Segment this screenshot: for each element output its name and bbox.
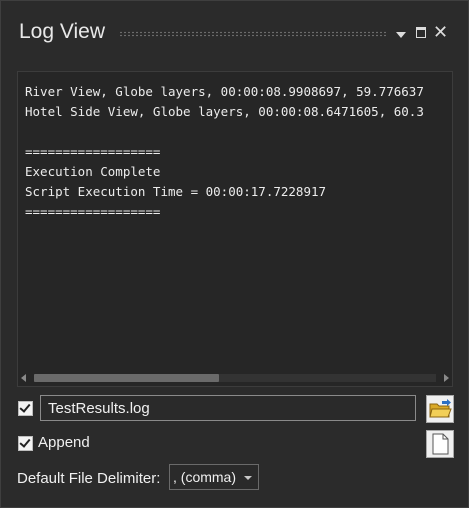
delimiter-value: , (comma) [173,469,236,485]
log-line: ================== [25,204,161,219]
chevron-down-icon [244,476,252,480]
pane-options-menu-icon[interactable] [394,29,408,43]
log-line: Script Execution Time = 00:00:17.7228917 [25,184,327,199]
log-line: River View, Globe layers, 00:00:08.99086… [25,84,424,99]
open-folder-icon [429,399,452,418]
pane-title: Log View [19,20,106,43]
scroll-thumb[interactable] [34,374,219,382]
log-lines: River View, Globe layers, 00:00:08.99086… [25,82,452,222]
append-label: Append [38,434,90,451]
maximize-icon[interactable] [415,26,429,40]
new-file-icon [432,433,449,455]
log-output-area[interactable]: River View, Globe layers, 00:00:08.99086… [17,71,453,387]
close-icon[interactable]: ✕ [433,23,448,41]
horizontal-scrollbar[interactable] [18,370,452,386]
log-line: Execution Complete [25,164,161,179]
append-checkbox[interactable] [18,436,33,451]
scroll-left-arrow-icon[interactable] [21,374,26,382]
new-file-button[interactable] [426,430,454,458]
log-view-pane: Log View ✕ River View, Globe layers, 00:… [0,0,469,508]
write-to-file-checkbox[interactable] [18,401,33,416]
log-line: ================== [25,144,161,159]
delimiter-label: Default File Delimiter: [17,470,161,487]
delimiter-select[interactable]: , (comma) [169,464,259,490]
drag-grip[interactable] [119,31,387,37]
browse-folder-button[interactable] [426,395,454,423]
log-line: Hotel Side View, Globe layers, 00:00:08.… [25,104,424,119]
log-file-name-field[interactable]: TestResults.log [40,395,416,421]
scroll-right-arrow-icon[interactable] [444,374,449,382]
pane-titlebar[interactable]: Log View ✕ [1,1,468,43]
